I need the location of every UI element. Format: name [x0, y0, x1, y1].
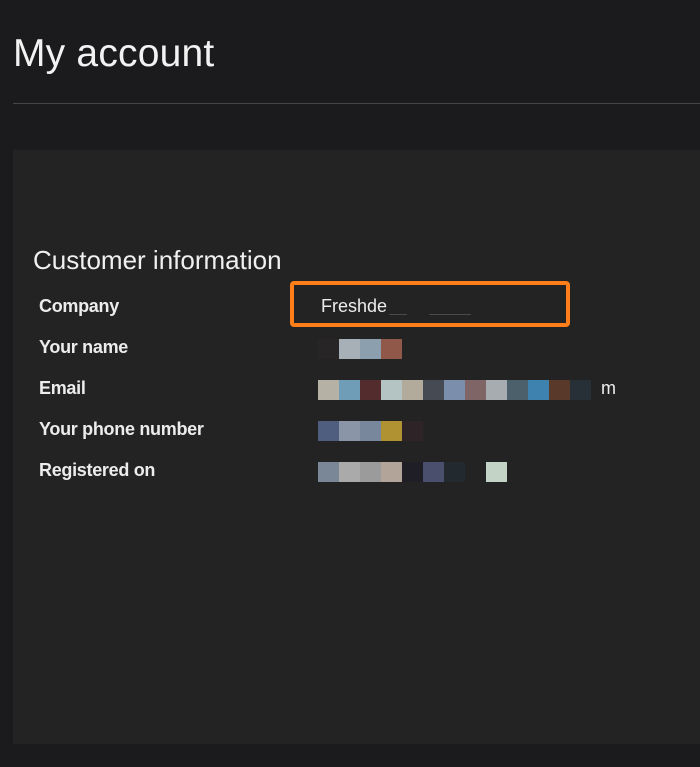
- email-redacted-value: [318, 380, 591, 400]
- company-label: Company: [39, 296, 119, 316]
- title-divider: [13, 103, 700, 104]
- redaction-pixel: [465, 380, 486, 400]
- redaction-pixel: [507, 380, 528, 400]
- redaction-pixel: [339, 421, 360, 441]
- redaction-pixel: [402, 421, 423, 441]
- redaction-pixel: [549, 380, 570, 400]
- name-row: Your name: [39, 331, 689, 363]
- redaction-pixel: [318, 421, 339, 441]
- registered-label: Registered on: [39, 460, 156, 480]
- phone-redacted-value: [318, 421, 423, 441]
- name-label: Your name: [39, 337, 128, 357]
- redaction-pixel: [381, 339, 402, 359]
- redaction-pixel: [318, 380, 339, 400]
- email-row: Email m: [39, 372, 689, 404]
- redaction-pixel: [381, 462, 402, 482]
- redaction-pixel: [444, 380, 465, 400]
- redaction-pixel: [486, 380, 507, 400]
- phone-row: Your phone number: [39, 413, 689, 445]
- name-redacted-value: [318, 339, 402, 359]
- redaction-pixel: [465, 462, 486, 482]
- page-title: My account: [13, 32, 215, 75]
- highlight-annotation: [290, 281, 570, 327]
- redaction-pixel: [360, 421, 381, 441]
- redaction-pixel: [360, 462, 381, 482]
- redaction-pixel: [381, 380, 402, 400]
- redaction-pixel: [402, 380, 423, 400]
- registered-redacted-value: [318, 462, 507, 482]
- section-title: Customer information: [33, 245, 282, 275]
- phone-label: Your phone number: [39, 419, 204, 439]
- redaction-pixel: [486, 462, 507, 482]
- redaction-pixel: [339, 339, 360, 359]
- email-label: Email: [39, 378, 86, 398]
- redaction-pixel: [423, 462, 444, 482]
- redaction-pixel: [318, 339, 339, 359]
- redaction-pixel: [339, 462, 360, 482]
- redaction-pixel: [423, 380, 444, 400]
- redaction-pixel: [339, 380, 360, 400]
- redaction-pixel: [402, 462, 423, 482]
- customer-info-panel: Customer information Company Freshde You…: [13, 150, 700, 744]
- redaction-pixel: [381, 421, 402, 441]
- redaction-pixel: [318, 462, 339, 482]
- redaction-pixel: [528, 380, 549, 400]
- redaction-pixel: [570, 380, 591, 400]
- registered-row: Registered on: [39, 454, 689, 486]
- redaction-pixel: [360, 339, 381, 359]
- email-visible-tail: m: [601, 378, 616, 398]
- redaction-pixel: [444, 462, 465, 482]
- redaction-pixel: [360, 380, 381, 400]
